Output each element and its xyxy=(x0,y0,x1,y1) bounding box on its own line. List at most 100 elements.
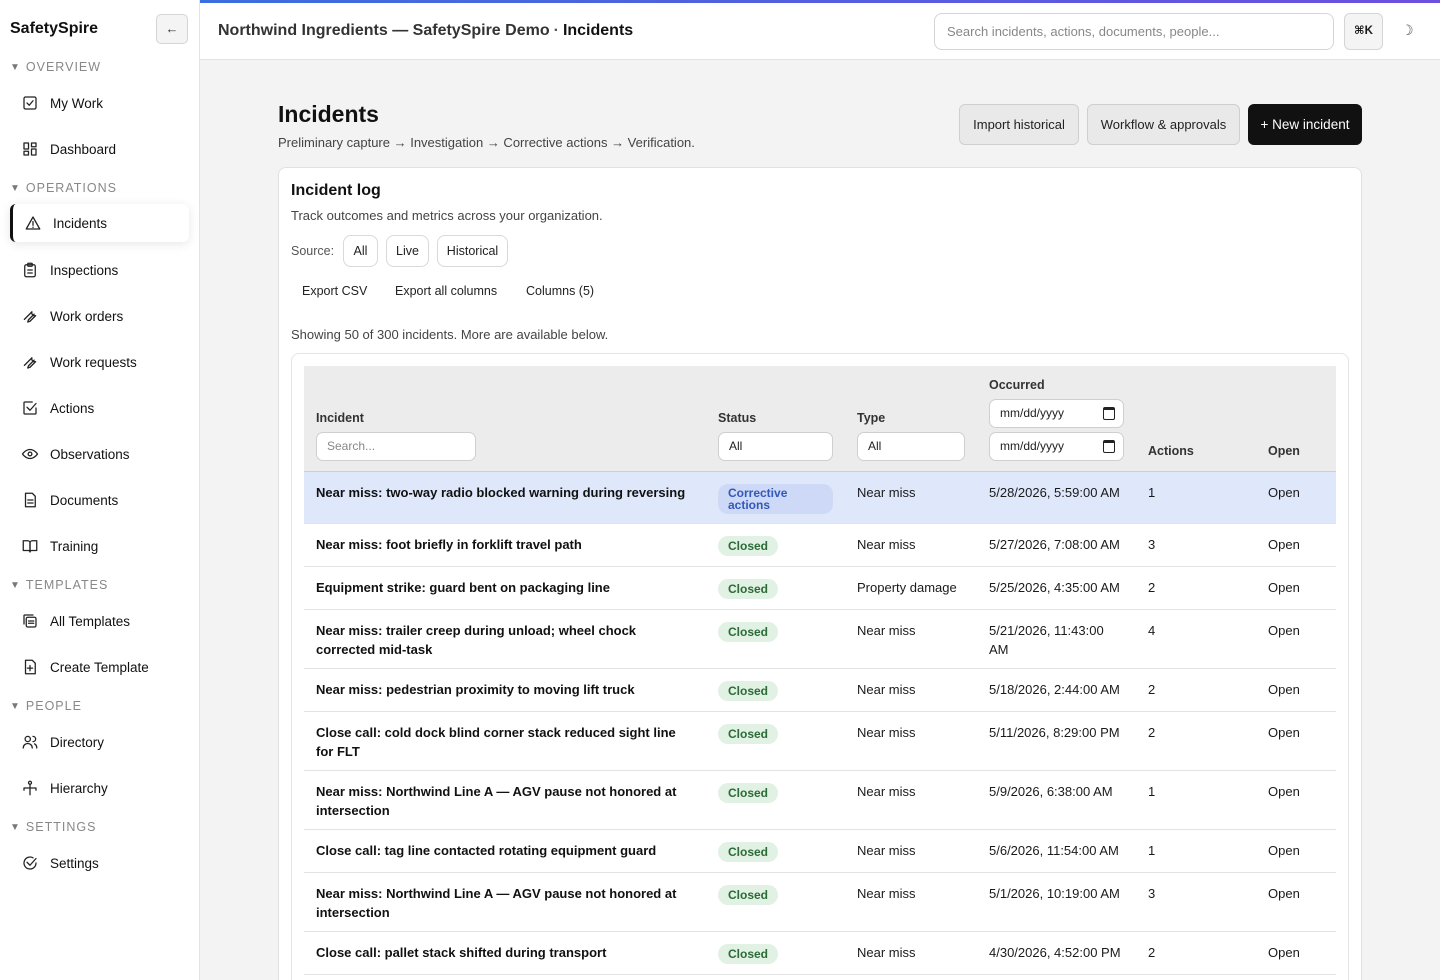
occurred-date: 5/21/2026, 11:43:00 AM xyxy=(989,623,1104,657)
columns-button[interactable]: Columns (5) xyxy=(526,284,594,298)
section-operations[interactable]: ▼ OPERATIONS xyxy=(10,181,117,195)
table-row[interactable]: Close call: cold dock blind corner stack… xyxy=(304,712,1336,771)
sidebar-item-inspections[interactable]: Inspections xyxy=(10,251,189,289)
occurred-date: 5/27/2026, 7:08:00 AM xyxy=(989,537,1120,552)
theme-toggle-moon-icon[interactable]: ☽ xyxy=(1401,22,1414,39)
export-csv-button[interactable]: Export CSV xyxy=(302,284,367,298)
sidebar-item-directory[interactable]: Directory xyxy=(10,723,189,761)
table-row[interactable]: Near miss: Northwind Line A — AGV pause … xyxy=(304,873,1336,932)
calendar-icon[interactable] xyxy=(1103,440,1115,453)
date-to-input[interactable]: mm/dd/yyyy xyxy=(989,432,1124,461)
incident-type: Near miss xyxy=(857,623,916,638)
status-badge: Closed xyxy=(718,579,779,599)
page-title: Incidents xyxy=(278,101,379,127)
sidebar-item-label: Settings xyxy=(50,855,99,871)
incident-title[interactable]: Near miss: two-way radio blocked warning… xyxy=(316,483,686,502)
table-row[interactable]: Near miss: foot briefly in forklift trav… xyxy=(304,524,1336,567)
clipboard-icon xyxy=(20,260,40,280)
section-label: OVERVIEW xyxy=(25,60,102,74)
incident-title[interactable]: Close call: cold dock blind corner stack… xyxy=(316,723,686,761)
table-row[interactable]: Close call: pallet stack shifted during … xyxy=(304,932,1336,975)
command-palette-button[interactable]: ⌘K xyxy=(1344,13,1383,50)
file-plus-icon xyxy=(20,657,40,677)
sidebar-item-label: My Work xyxy=(50,95,103,111)
open-link[interactable]: Open xyxy=(1268,535,1300,554)
chevron-down-icon: ▼ xyxy=(10,61,21,73)
sidebar-item-actions[interactable]: Actions xyxy=(10,389,189,427)
section-templates[interactable]: ▼ TEMPLATES xyxy=(10,578,108,592)
incident-title[interactable]: Near miss: pedestrian proximity to movin… xyxy=(316,680,686,699)
incident-title[interactable]: Close call: pallet stack shifted during … xyxy=(316,943,686,962)
wrench-icon xyxy=(20,306,40,326)
open-link[interactable]: Open xyxy=(1268,782,1300,801)
source-all-button[interactable]: All xyxy=(343,235,378,267)
incident-title[interactable]: Equipment strike: guard bent on packagin… xyxy=(316,578,686,597)
table-row[interactable]: Near miss: two-way radio blocked warning… xyxy=(304,472,1336,524)
column-header-incident[interactable]: Incident xyxy=(316,411,364,425)
open-link[interactable]: Open xyxy=(1268,884,1300,903)
sidebar-item-work-requests[interactable]: Work requests xyxy=(10,343,189,381)
workflow-approvals-button[interactable]: Workflow & approvals xyxy=(1087,104,1240,145)
open-link[interactable]: Open xyxy=(1268,841,1300,860)
calendar-icon[interactable] xyxy=(1103,407,1115,420)
sidebar-item-create-template[interactable]: Create Template xyxy=(10,648,189,686)
sidebar-item-observations[interactable]: Observations xyxy=(10,435,189,473)
new-incident-button[interactable]: + New incident xyxy=(1248,104,1362,145)
sidebar-item-all-templates[interactable]: All Templates xyxy=(10,602,189,640)
section-overview[interactable]: ▼ OVERVIEW xyxy=(10,60,101,74)
column-header-status[interactable]: Status xyxy=(718,411,756,425)
type-filter-select[interactable]: All xyxy=(857,432,965,461)
open-link[interactable]: Open xyxy=(1268,621,1300,640)
incident-type: Near miss xyxy=(857,485,916,500)
global-search-input[interactable]: Search incidents, actions, documents, pe… xyxy=(934,13,1334,50)
sidebar-item-dashboard[interactable]: Dashboard xyxy=(10,130,189,168)
section-settings[interactable]: ▼ SETTINGS xyxy=(10,820,96,834)
column-header-type[interactable]: Type xyxy=(857,411,885,425)
status-filter-select[interactable]: All xyxy=(718,432,833,461)
sidebar-item-settings[interactable]: Settings xyxy=(10,844,189,882)
source-live-button[interactable]: Live xyxy=(386,235,429,267)
incident-title[interactable]: Near miss: trailer creep during unload; … xyxy=(316,621,686,659)
chevron-down-icon: ▼ xyxy=(10,821,21,833)
open-link[interactable]: Open xyxy=(1268,578,1300,597)
table-row[interactable]: Near miss: Northwind Line A — AGV pause … xyxy=(304,771,1336,830)
breadcrumb-org[interactable]: Northwind Ingredients — SafetySpire Demo xyxy=(218,22,550,39)
sidebar-item-incidents[interactable]: Incidents xyxy=(10,204,189,242)
import-historical-button[interactable]: Import historical xyxy=(959,104,1079,145)
table-row[interactable]: Near miss: pedestrian proximity to movin… xyxy=(304,669,1336,712)
sidebar-item-training[interactable]: Training xyxy=(10,527,189,565)
sidebar-item-label: Dashboard xyxy=(50,141,117,157)
open-link[interactable]: Open xyxy=(1268,943,1300,962)
chevron-down-icon: ▼ xyxy=(10,182,21,194)
occurred-date: 5/9/2026, 6:38:00 AM xyxy=(989,784,1113,799)
open-link[interactable]: Open xyxy=(1268,483,1300,502)
collapse-sidebar-button[interactable]: ← xyxy=(156,14,188,44)
date-from-input[interactable]: mm/dd/yyyy xyxy=(989,399,1124,428)
actions-count: 2 xyxy=(1148,725,1156,740)
sidebar-item-hierarchy[interactable]: Hierarchy xyxy=(10,769,189,807)
incident-search-input[interactable]: Search... xyxy=(316,432,476,461)
column-header-actions[interactable]: Actions xyxy=(1148,444,1194,458)
sidebar-item-work-orders[interactable]: Work orders xyxy=(10,297,189,335)
occurred-date: 4/30/2026, 4:52:00 PM xyxy=(989,945,1121,960)
table-row[interactable]: Near miss: trailer creep during unload; … xyxy=(304,610,1336,669)
incident-title[interactable]: Near miss: Northwind Line A — AGV pause … xyxy=(316,884,686,922)
column-header-open[interactable]: Open xyxy=(1268,444,1300,458)
open-link[interactable]: Open xyxy=(1268,680,1300,699)
incident-title[interactable]: Near miss: Northwind Line A — AGV pause … xyxy=(316,782,686,820)
table-row[interactable]: Close call: tag line contacted rotating … xyxy=(304,830,1336,873)
sidebar-item-documents[interactable]: Documents xyxy=(10,481,189,519)
column-header-occurred[interactable]: Occurred xyxy=(989,378,1045,392)
open-link[interactable]: Open xyxy=(1268,723,1300,742)
sidebar-item-label: Actions xyxy=(50,400,95,416)
source-historical-button[interactable]: Historical xyxy=(437,235,508,267)
table-row[interactable]: Equipment strike: guard bent on packagin… xyxy=(304,567,1336,610)
export-all-columns-button[interactable]: Export all columns xyxy=(395,284,497,298)
incident-title[interactable]: Near miss: foot briefly in forklift trav… xyxy=(316,535,686,554)
date-to-value: mm/dd/yyyy xyxy=(1000,439,1065,453)
actions-count: 3 xyxy=(1148,537,1156,552)
section-label: TEMPLATES xyxy=(25,578,109,592)
incident-title[interactable]: Close call: tag line contacted rotating … xyxy=(316,841,686,860)
sidebar-item-my-work[interactable]: My Work xyxy=(10,84,189,122)
section-people[interactable]: ▼ PEOPLE xyxy=(10,699,82,713)
